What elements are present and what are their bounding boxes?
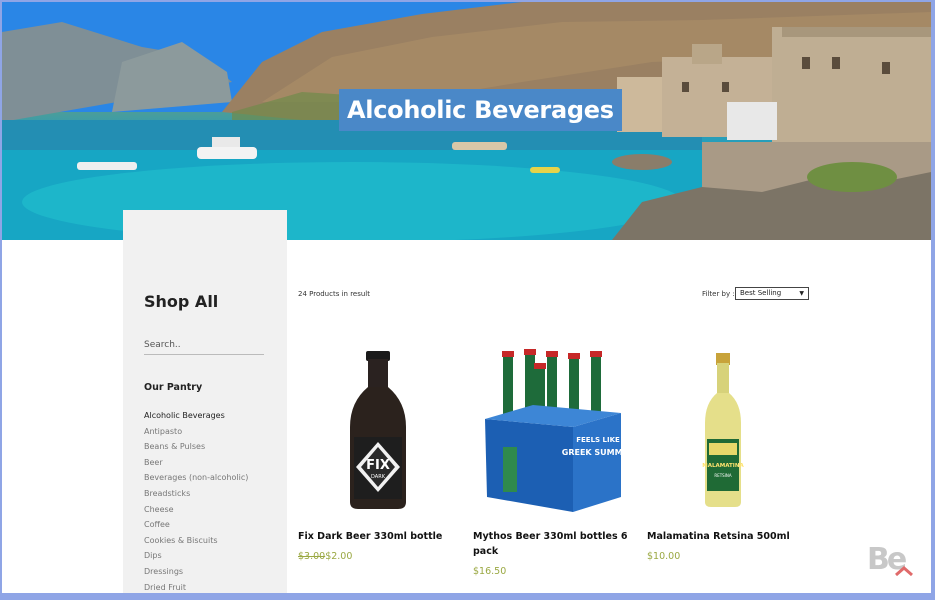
category-sidebar: Shop All Our Pantry Alcoholic Beverages … — [123, 210, 287, 593]
product-name[interactable]: Fix Dark Beer 330ml bottle — [298, 529, 458, 544]
category-item-dressings[interactable]: Dressings — [144, 564, 248, 580]
chevron-down-icon: ▼ — [799, 290, 804, 297]
behance-logo: Be — [867, 542, 917, 582]
category-item-beverages-non-alcoholic[interactable]: Beverages (non-alcoholic) — [144, 470, 248, 486]
product-image-fix-beer[interactable]: FIX DARK — [298, 347, 458, 517]
product-price: $16.50 — [473, 566, 507, 577]
category-item-cheese[interactable]: Cheese — [144, 502, 248, 518]
product-image-label: FEELS LIKE — [576, 436, 620, 444]
category-item-breadsticks[interactable]: Breadsticks — [144, 486, 248, 502]
chevron-up-icon — [895, 566, 913, 576]
category-item-beer[interactable]: Beer — [144, 455, 248, 471]
shop-all-heading: Shop All — [144, 292, 219, 311]
filter-dropdown[interactable]: Best Selling ▼ — [735, 287, 809, 300]
category-item-beans-pulses[interactable]: Beans & Pulses — [144, 439, 248, 455]
page-frame: Alcoholic Beverages Shop All Our Pantry … — [2, 2, 931, 593]
product-price-row: $3.00$2.00 — [298, 544, 458, 563]
category-item-dips[interactable]: Dips — [144, 548, 248, 564]
category-item-dried-fruit[interactable]: Dried Fruit — [144, 580, 248, 593]
product-image-sublabel: DARK — [371, 474, 386, 480]
product-price: $10.00 — [647, 551, 681, 562]
result-count: 24 Products in result — [298, 290, 370, 298]
product-image-label: FIX — [366, 458, 390, 473]
product-image-label: MALAMATINA — [702, 463, 744, 469]
product-image-mythos-pack[interactable]: FEELS LIKE GREEK SUMMER — [473, 347, 633, 517]
category-item-alcoholic-beverages[interactable]: Alcoholic Beverages — [144, 408, 248, 424]
product-price-row: $16.50 — [473, 559, 633, 578]
section-title: Our Pantry — [144, 382, 203, 393]
product-image-sublabel: RETSINA — [714, 473, 731, 478]
category-list: Alcoholic Beverages Antipasto Beans & Pu… — [144, 408, 248, 593]
category-item-antipasto[interactable]: Antipasto — [144, 424, 248, 440]
category-item-cookies-biscuits[interactable]: Cookies & Biscuits — [144, 533, 248, 549]
product-name[interactable]: Malamatina Retsina 500ml — [647, 529, 807, 544]
hero-banner: Alcoholic Beverages — [2, 2, 931, 240]
product-name[interactable]: Mythos Beer 330ml bottles 6 pack — [473, 529, 633, 559]
product-image-sublabel: GREEK SUMMER — [562, 448, 633, 457]
category-item-coffee[interactable]: Coffee — [144, 517, 248, 533]
search-input[interactable] — [144, 336, 264, 355]
filter-label: Filter by : — [702, 290, 735, 298]
product-old-price: $3.00 — [298, 551, 326, 562]
product-price-row: $10.00 — [647, 544, 807, 563]
page-title: Alcoholic Beverages — [339, 89, 622, 131]
product-image-malamatina[interactable]: MALAMATINA RETSINA — [647, 347, 807, 517]
product-price: $2.00 — [325, 551, 353, 562]
filter-selected-value: Best Selling — [740, 289, 782, 297]
